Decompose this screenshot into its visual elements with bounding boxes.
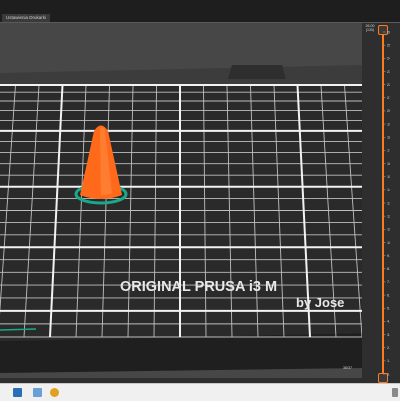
slider-tick-label: 16.00	[387, 162, 390, 166]
slider-tick-label: 3.00	[387, 333, 390, 337]
layer-slider-labels: 26.00 25.00 24.00 23.00 22.00 21.00 20.00 19.00…	[383, 30, 390, 376]
bed-highlight-line	[0, 328, 37, 331]
slider-tick-label: 17.00	[387, 149, 390, 153]
slider-tick-label: 11.00	[387, 228, 390, 232]
app-icon[interactable]	[33, 388, 42, 397]
bed-tab	[228, 65, 286, 79]
slider-tick-label: 0.20	[387, 372, 390, 376]
slider-tick-label: 13.00	[387, 201, 390, 205]
chrome-icon[interactable]	[50, 388, 59, 397]
slider-tick-label: 25.00	[387, 43, 390, 47]
taskbar	[0, 383, 400, 401]
slider-tick-label: 22.00	[387, 83, 390, 87]
tray-icon[interactable]	[392, 388, 398, 397]
slider-tick-label: 1.00	[387, 359, 390, 363]
slider-tick-label: 8.00	[387, 267, 390, 271]
slider-tick-label: 20.00	[387, 109, 390, 113]
windows-explorer-icon[interactable]	[13, 388, 22, 397]
3d-viewport[interactable]: ORIGINAL PRUSA i3 M by Jose	[0, 23, 362, 378]
slider-tick-label: 21.00	[387, 96, 390, 100]
slider-tick-label: 6.00	[387, 293, 390, 297]
print-bed-scene: ORIGINAL PRUSA i3 M by Jose	[0, 65, 362, 373]
slider-tick-label: 14.00	[387, 188, 390, 192]
tab-printer-settings[interactable]: Ustawienia Drukarki	[2, 14, 51, 22]
slider-tick-label: 5.00	[387, 307, 390, 311]
slider-tick-label: 2.00	[387, 346, 390, 350]
slider-tick-label: 26.00	[387, 30, 390, 34]
slider-tick-label: 10.00	[387, 241, 390, 245]
slider-tick-label: 7.00	[387, 280, 390, 284]
slider-tick-label: 12.00	[387, 214, 390, 218]
slider-tick-label: 4.00	[387, 320, 390, 324]
slider-tick-label: 9.00	[387, 254, 390, 258]
top-bar: Ustawienia Drukarki	[0, 0, 400, 22]
slider-tick-label: 24.00	[387, 57, 390, 61]
slider-tick-label: 18.00	[387, 136, 390, 140]
slider-tick-label: 15.00	[387, 175, 390, 179]
slider-tick-label: 23.00	[387, 70, 390, 74]
bed-by-text: by Jose	[296, 295, 344, 310]
slider-tick-label: 19.00	[387, 122, 390, 126]
bed-brand-text: ORIGINAL PRUSA i3 M	[120, 279, 277, 295]
horizontal-slider-label: 36/37	[343, 366, 352, 370]
